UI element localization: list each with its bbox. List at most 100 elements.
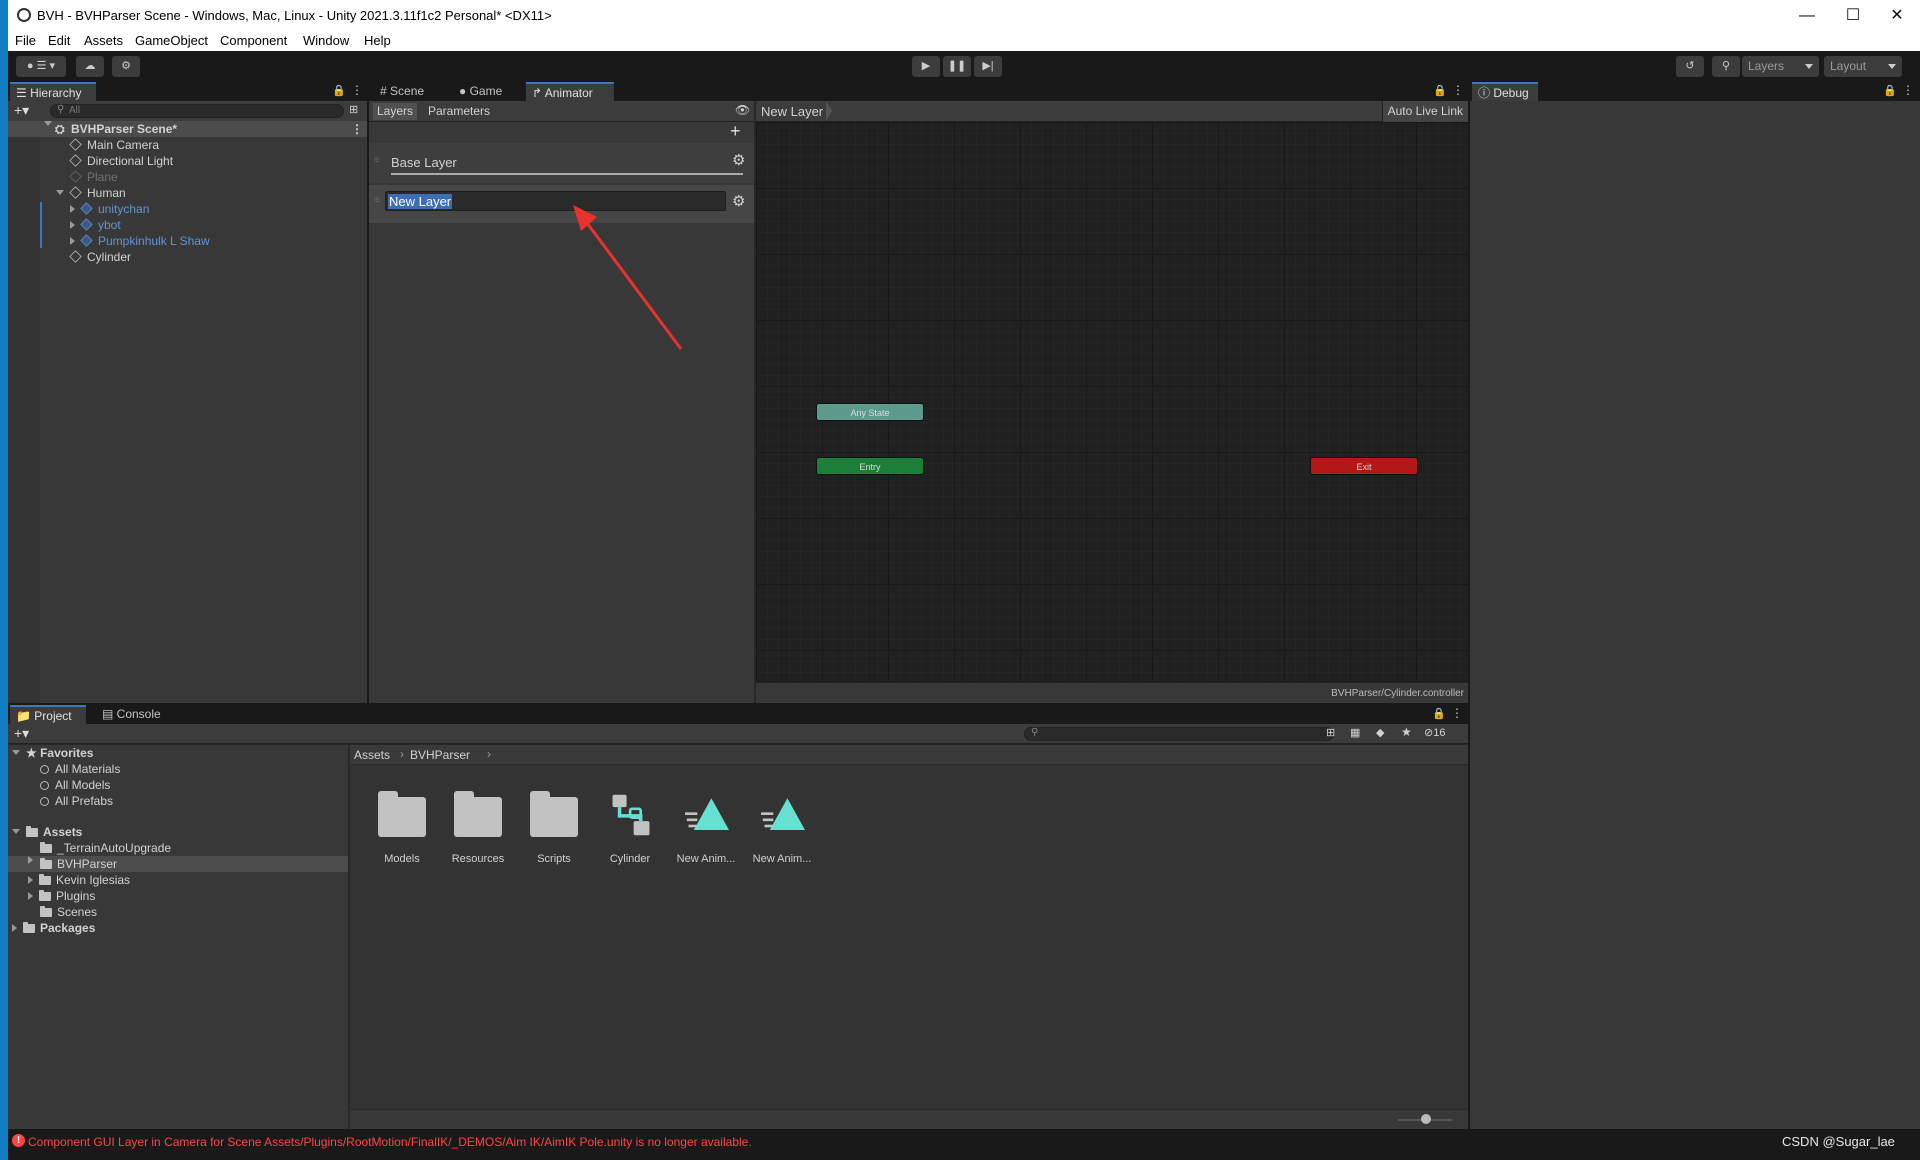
hierarchy-item-cylinder[interactable]: Cylinder: [69, 249, 131, 265]
label-icon[interactable]: ◆: [1376, 726, 1384, 739]
lock-icon[interactable]: 🔒: [1883, 84, 1897, 97]
tab-hierarchy[interactable]: ☰ Hierarchy: [10, 82, 96, 101]
tab-debug[interactable]: ⓘ Debug: [1472, 82, 1538, 101]
scene-visibility-icon[interactable]: ⊞: [349, 103, 358, 116]
project-search-input[interactable]: ⚲: [1024, 727, 1334, 741]
expand-icon[interactable]: [70, 237, 75, 245]
maximize-icon[interactable]: ☐: [1830, 2, 1876, 30]
search-icon: [40, 781, 49, 790]
expand-icon[interactable]: [56, 190, 64, 195]
animator-panel: # Scene ● Game ↱ Animator 🔒 ⋮ Layers Par…: [369, 82, 1468, 703]
hidden-count: 16: [1433, 727, 1446, 739]
menu-window[interactable]: Window: [303, 33, 349, 48]
hierarchy-item-human[interactable]: Human: [56, 185, 126, 201]
play-icon[interactable]: ▶: [912, 56, 940, 77]
entry-node[interactable]: Entry: [816, 457, 924, 475]
cloud-icon[interactable]: ☁: [76, 56, 104, 77]
gameobject-icon: [69, 154, 82, 167]
annotation-arrow: [573, 205, 683, 350]
hierarchy-search-input[interactable]: ⚲ All: [50, 104, 344, 118]
packages-header[interactable]: Packages: [12, 920, 95, 936]
hierarchy-item-pumpkinhulk[interactable]: Pumpkinhulk L Shaw: [70, 233, 210, 249]
grid-footer: [350, 1109, 1468, 1129]
any-state-node[interactable]: Any State: [816, 403, 924, 421]
layer-item-base[interactable]: ≡ Base Layer ⚙: [369, 143, 754, 183]
gear-icon[interactable]: ⚙: [732, 151, 745, 169]
hidden-packages-icon[interactable]: ⊘16: [1424, 726, 1445, 739]
search-icon: [40, 797, 49, 806]
breadcrumb-bvhparser[interactable]: BVHParser: [410, 748, 470, 762]
history-icon[interactable]: ↺: [1676, 56, 1704, 77]
favorite-all-models[interactable]: All Models: [40, 777, 110, 793]
title-bar: BVH - BVHParser Scene - Windows, Mac, Li…: [8, 0, 1920, 31]
minimize-icon[interactable]: —: [1784, 2, 1830, 30]
close-icon[interactable]: ✕: [1874, 2, 1920, 30]
folder-kevin-iglesias[interactable]: Kevin Iglesias: [28, 872, 130, 888]
lock-icon[interactable]: 🔒: [332, 84, 346, 97]
hierarchy-item-main-camera[interactable]: Main Camera: [69, 137, 159, 153]
gear-icon[interactable]: ⚙: [732, 192, 745, 210]
animator-graph[interactable]: New Layer Auto Live Link Any State Entry…: [756, 101, 1468, 703]
folder-terrain-auto-upgrade[interactable]: _TerrainAutoUpgrade: [40, 840, 171, 856]
animator-layers-sidebar: Layers Parameters 👁 + ≡ Base Layer ⚙ ≡ N…: [369, 101, 754, 703]
lock-icon[interactable]: 🔒: [1433, 84, 1447, 97]
hierarchy-item-unitychan[interactable]: unitychan: [70, 201, 149, 217]
tab-animator[interactable]: ↱ Animator: [526, 82, 614, 101]
hierarchy-item-plane[interactable]: Plane: [69, 169, 118, 185]
hierarchy-item-directional-light[interactable]: Directional Light: [69, 153, 173, 169]
tab-console[interactable]: ▤ Console: [96, 705, 167, 724]
hierarchy-item-ybot[interactable]: ybot: [70, 217, 121, 233]
tab-scene[interactable]: # Scene: [374, 82, 430, 101]
scene-menu-icon[interactable]: ⋮: [351, 121, 363, 137]
add-icon[interactable]: +▾: [14, 102, 29, 119]
folder-scenes[interactable]: Scenes: [40, 904, 97, 920]
more-icon[interactable]: ⋮: [1452, 83, 1464, 97]
step-icon[interactable]: ▶|: [974, 56, 1002, 77]
tab-parameters[interactable]: Parameters: [424, 103, 494, 120]
menu-gameobject[interactable]: GameObject: [135, 33, 208, 48]
create-icon[interactable]: +▾: [14, 725, 29, 742]
folder-icon: [40, 842, 52, 853]
layout-dropdown[interactable]: Layout: [1824, 56, 1902, 77]
assets-header[interactable]: Assets: [12, 824, 82, 840]
add-layer-icon[interactable]: +: [730, 121, 741, 142]
account-button[interactable]: ● ☰ ▾: [16, 56, 66, 77]
menu-edit[interactable]: Edit: [48, 33, 70, 48]
auto-live-link-button[interactable]: Auto Live Link: [1381, 101, 1468, 122]
exit-node[interactable]: Exit: [1310, 457, 1418, 475]
favorite-star-icon[interactable]: ★: [1401, 725, 1412, 739]
pause-icon[interactable]: ❚❚: [943, 56, 971, 77]
graph-breadcrumb[interactable]: New Layer: [761, 104, 823, 119]
collab-icon[interactable]: ⚙: [112, 56, 140, 77]
expand-icon[interactable]: [70, 205, 75, 213]
more-icon[interactable]: ⋮: [1902, 83, 1914, 97]
menu-component[interactable]: Component: [220, 33, 287, 48]
eye-icon[interactable]: 👁: [735, 103, 750, 117]
search-by-type-icon[interactable]: ⊞: [1326, 726, 1335, 739]
favorite-all-materials[interactable]: All Materials: [40, 761, 120, 777]
expand-icon[interactable]: [70, 221, 75, 229]
tab-layers[interactable]: Layers: [373, 103, 418, 120]
lock-icon[interactable]: 🔒: [1432, 707, 1446, 720]
breadcrumb-assets[interactable]: Assets: [354, 748, 390, 762]
more-icon[interactable]: ⋮: [351, 83, 363, 97]
search-icon[interactable]: ⚲: [1712, 56, 1740, 77]
menu-file[interactable]: File: [15, 33, 36, 48]
menu-help[interactable]: Help: [364, 33, 391, 48]
folder-plugins[interactable]: Plugins: [28, 888, 95, 904]
menu-assets[interactable]: Assets: [84, 33, 123, 48]
window-title: BVH - BVHParser Scene - Windows, Mac, Li…: [37, 8, 552, 23]
more-icon[interactable]: ⋮: [1451, 706, 1463, 720]
folder-bvhparser[interactable]: BVHParser: [8, 856, 348, 872]
tab-game[interactable]: ● Game: [453, 82, 508, 101]
scene-row[interactable]: ⛭ BVHParser Scene* ⋮: [8, 121, 367, 137]
icon-size-slider-thumb[interactable]: [1421, 1114, 1431, 1124]
tab-project[interactable]: 📁 Project: [10, 705, 86, 724]
layers-dropdown[interactable]: Layers: [1742, 56, 1819, 77]
filter-type-icon[interactable]: ▦: [1350, 726, 1360, 739]
favorite-all-prefabs[interactable]: All Prefabs: [40, 793, 113, 809]
console-error-message[interactable]: Component GUI Layer in Camera for Scene …: [28, 1135, 752, 1149]
favorites-header[interactable]: ★ Favorites: [12, 745, 93, 761]
project-panel: 📁 Project ▤ Console 🔒 ⋮ +▾ ⚲ ⊞ ▦ ◆ ★ ⊘16…: [8, 705, 1468, 1129]
project-asset-grid: Assets › BVHParser › Models Resources Sc…: [350, 745, 1468, 1129]
